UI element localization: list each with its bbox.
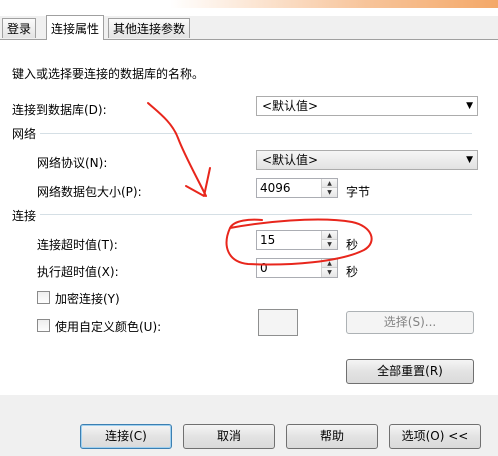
select-color-button[interactable]: 选择(S)... xyxy=(346,311,474,334)
connection-timeout-value: 15 xyxy=(260,233,276,247)
packet-size-label: 网络数据包大小(P): xyxy=(37,185,142,199)
encrypt-connection-checkbox[interactable] xyxy=(37,291,50,304)
packet-size-stepper[interactable]: 4096 ▲ ▼ xyxy=(256,178,338,198)
network-group-divider xyxy=(40,133,472,134)
spin-down-icon[interactable]: ▼ xyxy=(322,240,337,249)
protocol-label: 网络协议(N): xyxy=(37,156,108,170)
help-button[interactable]: 帮助 xyxy=(286,424,378,449)
protocol-combo[interactable]: <默认值> ▼ xyxy=(256,150,478,170)
execution-timeout-stepper[interactable]: 0 ▲ ▼ xyxy=(256,258,338,278)
custom-color-checkbox[interactable] xyxy=(37,319,50,332)
connection-timeout-unit: 秒 xyxy=(346,238,359,252)
spin-up-icon[interactable]: ▲ xyxy=(322,259,337,268)
spin-down-icon[interactable]: ▼ xyxy=(322,268,337,277)
packet-size-value: 4096 xyxy=(260,181,291,195)
connection-group-title: 连接 xyxy=(12,209,37,223)
execution-timeout-value: 0 xyxy=(260,261,268,275)
network-group-title: 网络 xyxy=(12,127,37,141)
reset-all-button[interactable]: 全部重置(R) xyxy=(346,359,474,384)
connection-timeout-stepper[interactable]: 15 ▲ ▼ xyxy=(256,230,338,250)
protocol-value: <默认值> xyxy=(262,153,319,167)
database-value: <默认值> xyxy=(262,99,319,113)
tab-connection-properties[interactable]: 连接属性 xyxy=(46,15,105,40)
database-label: 连接到数据库(D): xyxy=(12,103,107,117)
tab-login[interactable]: 登录 xyxy=(2,18,37,38)
window-top-glow xyxy=(170,0,498,8)
connection-group-divider xyxy=(40,214,472,215)
spin-down-icon[interactable]: ▼ xyxy=(322,188,337,197)
tab-additional-parameters[interactable]: 其他连接参数 xyxy=(108,18,191,38)
chevron-down-icon: ▼ xyxy=(466,155,473,165)
connect-button[interactable]: 连接(C) xyxy=(80,424,172,449)
instructions-text: 键入或选择要连接的数据库的名称。 xyxy=(12,67,205,81)
execution-timeout-unit: 秒 xyxy=(346,265,359,279)
custom-color-label[interactable]: 使用自定义颜色(U): xyxy=(55,318,161,335)
custom-color-swatch xyxy=(258,309,298,336)
encrypt-connection-label[interactable]: 加密连接(Y) xyxy=(55,290,120,307)
database-combo[interactable]: <默认值> ▼ xyxy=(256,96,478,116)
connection-timeout-label: 连接超时值(T): xyxy=(37,238,118,252)
execution-timeout-label: 执行超时值(X): xyxy=(37,265,119,279)
tab-panel xyxy=(0,39,498,395)
spin-up-icon[interactable]: ▲ xyxy=(322,231,337,240)
packet-size-unit: 字节 xyxy=(346,185,371,199)
cancel-button[interactable]: 取消 xyxy=(183,424,275,449)
chevron-down-icon: ▼ xyxy=(466,101,473,111)
spin-up-icon[interactable]: ▲ xyxy=(322,179,337,188)
options-button[interactable]: 选项(O) << xyxy=(389,424,481,449)
